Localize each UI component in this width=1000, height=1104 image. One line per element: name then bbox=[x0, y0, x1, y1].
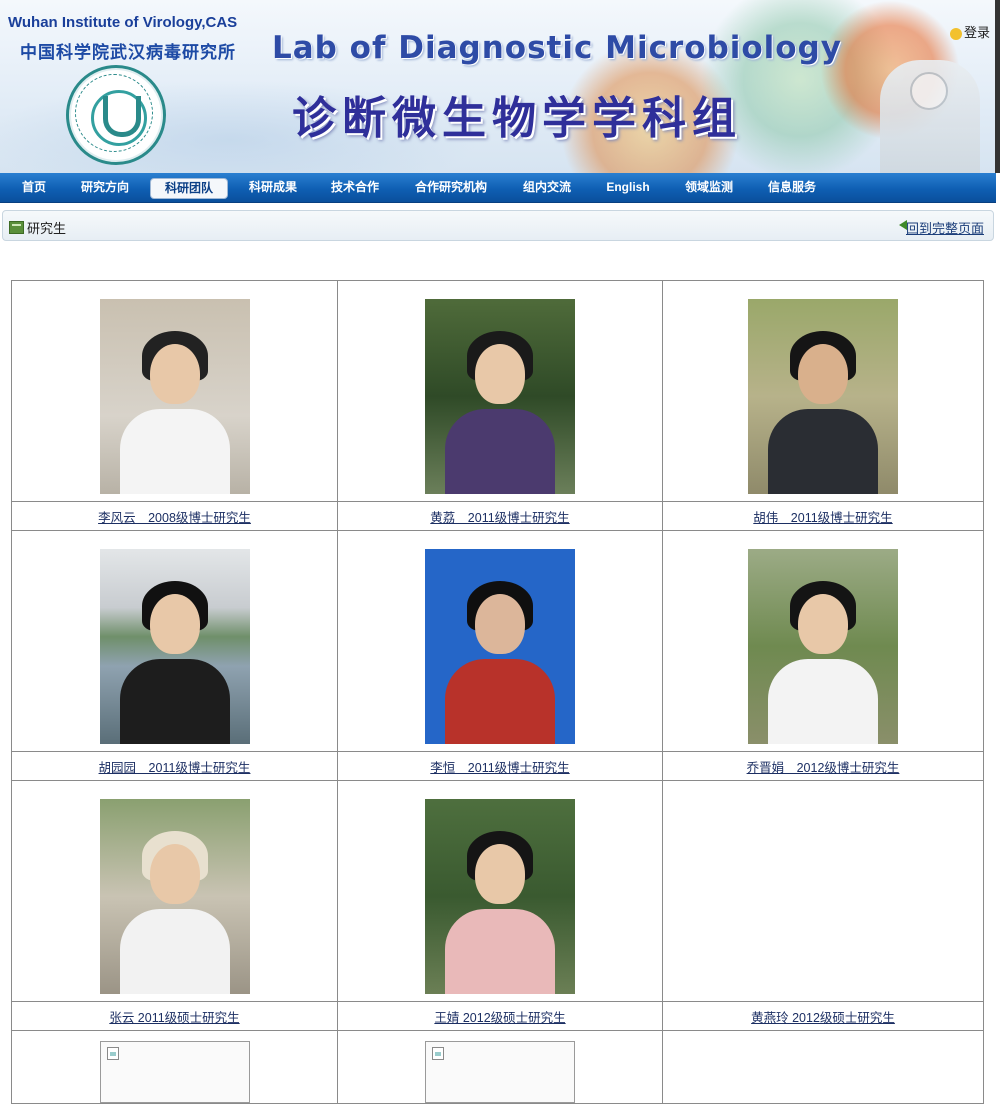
student-cell bbox=[11, 280, 338, 502]
student-cell bbox=[11, 780, 338, 1002]
login-label: 登录 bbox=[964, 25, 991, 40]
lab-title-cn: 诊断微生物学学科组 bbox=[292, 94, 742, 143]
back-to-full-page-link[interactable]: 回到完整页面 bbox=[906, 218, 984, 237]
student-caption-link[interactable]: 李恒 2011级博士研究生 bbox=[430, 761, 569, 775]
institute-name-en: Wuhan Institute of Virology,CAS bbox=[8, 14, 238, 31]
login-link[interactable]: 登录 bbox=[950, 22, 990, 41]
student-photo[interactable] bbox=[748, 548, 898, 744]
student-caption-link[interactable]: 王婧 2012级硕士研究生 bbox=[434, 1011, 565, 1025]
student-cell bbox=[337, 780, 663, 1002]
student-caption-link[interactable]: 黄荔 2011级博士研究生 bbox=[430, 511, 569, 525]
student-photo[interactable] bbox=[99, 298, 250, 494]
key-icon bbox=[950, 27, 962, 40]
student-photo[interactable] bbox=[99, 798, 250, 994]
student-caption-link[interactable]: 张云 2011级硕士研究生 bbox=[109, 1011, 239, 1025]
student-cell bbox=[337, 530, 663, 752]
student-photo[interactable] bbox=[748, 298, 898, 494]
nav-item-partners[interactable]: 合作研究机构 bbox=[404, 178, 498, 197]
nav-item-english[interactable]: English bbox=[596, 178, 660, 197]
student-cell-empty bbox=[662, 780, 984, 1002]
student-cell bbox=[337, 280, 663, 502]
site-banner: Wuhan Institute of Virology,CAS 中国科学院武汉病… bbox=[0, 0, 1000, 173]
student-caption-link[interactable]: 胡伟 2011级博士研究生 bbox=[753, 511, 892, 525]
student-caption-link[interactable]: 李风云 2008级博士研究生 bbox=[98, 511, 251, 525]
student-cell bbox=[662, 530, 984, 752]
student-photo[interactable] bbox=[425, 798, 575, 994]
student-cell bbox=[337, 1030, 663, 1104]
section-header: 研究生 回到完整页面 bbox=[2, 210, 994, 241]
banner-edge bbox=[995, 0, 1000, 173]
student-photo[interactable] bbox=[425, 548, 575, 744]
nav-item-tech[interactable]: 技术合作 bbox=[322, 178, 388, 197]
nav-item-monitoring[interactable]: 领域监测 bbox=[676, 178, 742, 197]
student-caption-link[interactable]: 胡园园 2011级博士研究生 bbox=[99, 761, 251, 775]
broken-image[interactable] bbox=[425, 1041, 575, 1103]
nav-item-team[interactable]: 科研团队 bbox=[150, 178, 228, 199]
student-caption-link[interactable]: 黄燕玲 2012级硕士研究生 bbox=[751, 1011, 895, 1025]
broken-image-icon bbox=[106, 1047, 119, 1060]
broken-image-icon bbox=[432, 1047, 444, 1060]
section-icon bbox=[9, 221, 24, 234]
nav-item-info[interactable]: 信息服务 bbox=[758, 178, 826, 197]
nav-item-results[interactable]: 科研成果 bbox=[240, 178, 306, 197]
broken-image[interactable] bbox=[99, 1041, 250, 1103]
student-photo[interactable] bbox=[99, 548, 250, 744]
nav-item-exchange[interactable]: 组内交流 bbox=[514, 178, 580, 197]
section-title: 研究生 bbox=[27, 221, 67, 236]
institute-logo bbox=[66, 65, 166, 165]
nav-item-home[interactable]: 首页 bbox=[12, 178, 56, 197]
student-caption-link[interactable]: 乔晋娟 2012级博士研究生 bbox=[747, 761, 900, 775]
main-nav: 首页 研究方向 科研团队 科研成果 技术合作 合作研究机构 组内交流 Engli… bbox=[0, 173, 996, 203]
student-photo[interactable] bbox=[425, 298, 575, 494]
scientist-illustration bbox=[880, 60, 980, 173]
student-cell bbox=[662, 280, 984, 502]
student-cell-empty bbox=[662, 1030, 984, 1104]
student-grid: 李风云 2008级博士研究生 黄荔 2011级博士研究生 胡伟 2011级博士研… bbox=[11, 280, 984, 1104]
lab-title-en: Lab of Diagnostic Microbiology bbox=[272, 30, 843, 66]
nav-item-research[interactable]: 研究方向 bbox=[72, 178, 138, 197]
institute-name-cn: 中国科学院武汉病毒研究所 bbox=[20, 43, 236, 62]
student-cell bbox=[11, 530, 338, 752]
student-cell bbox=[11, 1030, 338, 1104]
